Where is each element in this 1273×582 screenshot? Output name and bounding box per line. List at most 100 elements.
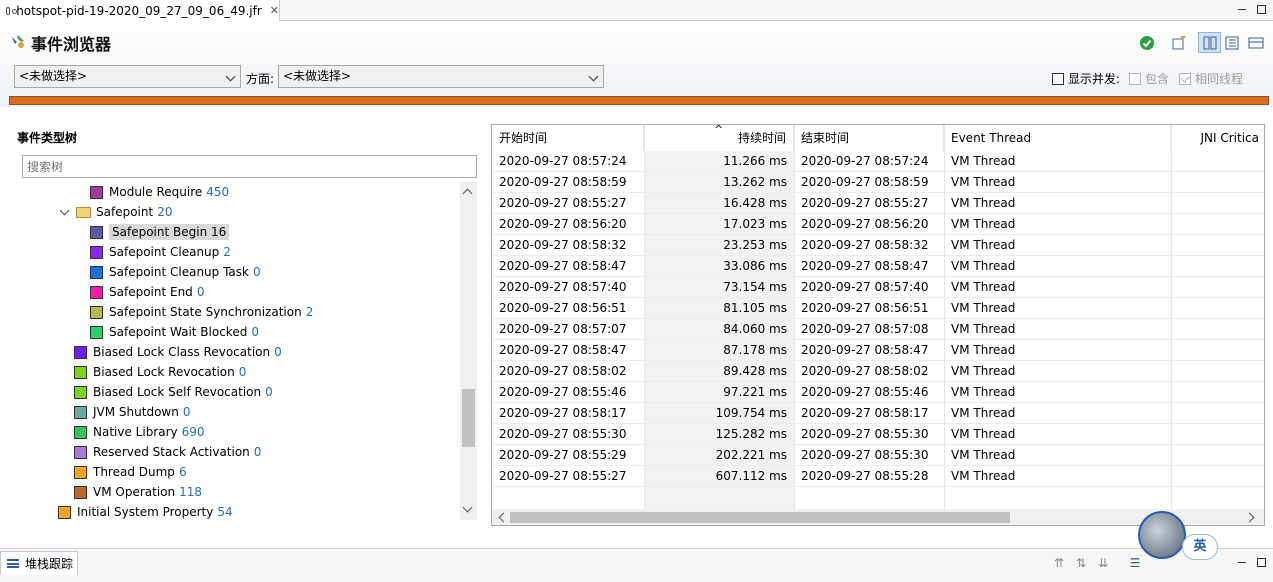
cell-duration: 16.428 ms [723, 196, 787, 210]
column-header-start-time[interactable]: 开始时间 [492, 125, 644, 151]
tree-item-label: Reserved Stack Activation [93, 445, 250, 459]
tree-item-safepoint-state-sync[interactable]: Safepoint State Synchronization 2 [90, 302, 313, 322]
tree-item-count: 0 [251, 325, 259, 339]
tree-scrollbar[interactable] [460, 182, 477, 520]
table-row[interactable]: 2020-09-27 08:55:27 16.428 ms 2020-09-27 0… [492, 193, 1264, 214]
cell-end-time: 2020-09-27 08:55:46 [801, 385, 929, 399]
tree-item-biased-lock-class-revocation[interactable]: Biased Lock Class Revocation 0 [74, 342, 282, 362]
table-row[interactable]: 2020-09-27 08:57:40 73.154 ms 2020-09-27 0… [492, 277, 1264, 298]
table-row[interactable]: 2020-09-27 08:56:51 81.105 ms 2020-09-27 0… [492, 298, 1264, 319]
scrollbar-thumb[interactable] [462, 389, 475, 447]
avatar[interactable] [1138, 511, 1186, 559]
tree-item-vm-operation[interactable]: VM Operation 118 [74, 482, 202, 502]
table-row[interactable]: 2020-09-27 08:58:59 13.262 ms 2020-09-27 0… [492, 172, 1264, 193]
same-thread-label: 相同线程 [1195, 72, 1244, 86]
table-row[interactable]: 2020-09-27 08:55:29 202.221 ms 2020-09-27 … [492, 445, 1264, 466]
scroll-down-icon[interactable] [462, 502, 473, 513]
table-row[interactable]: 2020-09-27 08:56:20 17.023 ms 2020-09-27 0… [492, 214, 1264, 235]
column-header-duration[interactable]: ^ 持续时间 [644, 125, 794, 151]
cell-event-thread: VM Thread [951, 196, 1016, 210]
tree-view-icon[interactable]: ☰ [1128, 556, 1142, 570]
merge-frames-icon[interactable]: ⇅ [1074, 556, 1088, 570]
cell-start-time: 2020-09-27 08:56:51 [499, 301, 627, 315]
table-row[interactable]: 2020-09-27 08:58:17 109.754 ms 2020-09-27 … [492, 403, 1264, 424]
tree-item-module-require[interactable]: Module Require 450 [90, 182, 229, 202]
contains-checkbox[interactable]: 包含 [1129, 70, 1169, 87]
ime-language-indicator[interactable]: 英 [1182, 534, 1218, 560]
tree-item-count: 0 [253, 445, 262, 459]
cell-end-time: 2020-09-27 08:57:24 [801, 154, 929, 168]
tree-item-safepoint-wait-blocked[interactable]: Safepoint Wait Blocked 0 [90, 322, 259, 342]
cell-event-thread: VM Thread [951, 427, 1016, 441]
tree-item-initial-system-property[interactable]: Initial System Property 54 [58, 502, 233, 520]
table-row[interactable]: 2020-09-27 08:58:02 89.428 ms 2020-09-27 0… [492, 361, 1264, 382]
checkbox-box [1129, 72, 1141, 85]
cell-duration: 81.105 ms [723, 301, 787, 315]
maximize-icon[interactable] [1257, 558, 1266, 567]
column-header-event-thread[interactable]: Event Thread [944, 125, 1171, 151]
tree-item-count: 54 [217, 505, 233, 519]
scroll-up-icon[interactable] [462, 188, 473, 199]
table-row[interactable]: 2020-09-27 08:58:47 87.178 ms 2020-09-27 0… [492, 340, 1264, 361]
tree-item-jvm-shutdown[interactable]: JVM Shutdown 0 [74, 402, 190, 422]
search-tree-input[interactable] [22, 155, 477, 178]
table-row[interactable]: 2020-09-27 08:55:27 607.112 ms 2020-09-27 … [492, 466, 1264, 487]
table-row[interactable]: 2020-09-27 08:57:07 84.060 ms 2020-09-27 0… [492, 319, 1264, 340]
scroll-right-icon[interactable] [1244, 512, 1255, 523]
cell-duration: 23.253 ms [723, 238, 787, 252]
tree-item-safepoint-cleanup-task[interactable]: Safepoint Cleanup Task 0 [90, 262, 261, 282]
tree-item-native-library[interactable]: Native Library 690 [74, 422, 205, 442]
layout-toggle-selected[interactable] [1198, 32, 1221, 53]
minimize-icon[interactable] [1235, 2, 1249, 16]
cell-event-thread: VM Thread [951, 448, 1016, 462]
cell-event-thread: VM Thread [951, 217, 1016, 231]
group-from-bottom-icon[interactable]: ⇊ [1096, 556, 1110, 570]
show-concurrent-checkbox[interactable]: 显示并发: [1052, 70, 1120, 87]
stack-trace-tab[interactable]: 堆栈跟踪 [0, 551, 78, 575]
maximize-icon[interactable] [1257, 5, 1266, 14]
cell-start-time: 2020-09-27 08:55:46 [499, 385, 627, 399]
table-row[interactable]: 2020-09-27 08:58:32 23.253 ms 2020-09-27 0… [492, 235, 1264, 256]
aspect-select-combo[interactable]: <未做选择> [278, 65, 604, 88]
tree-item-label: Initial System Property [77, 505, 214, 519]
minimize-icon[interactable] [1235, 555, 1249, 569]
event-type-tree: Module Require 450 Safepoint 20 Safepoin… [20, 182, 460, 520]
column-header-jni-critical[interactable]: JNI Critica [1171, 125, 1264, 151]
tree-item-safepoint-cleanup[interactable]: Safepoint Cleanup 2 [90, 242, 231, 262]
table-row[interactable]: 2020-09-27 08:55:30 125.282 ms 2020-09-27 … [492, 424, 1264, 445]
tree-item-safepoint[interactable]: Safepoint 20 [59, 202, 172, 222]
tree-item-safepoint-end[interactable]: Safepoint End 0 [90, 282, 204, 302]
tree-item-reserved-stack-activation[interactable]: Reserved Stack Activation 0 [74, 442, 261, 462]
cell-start-time: 2020-09-27 08:57:24 [499, 154, 627, 168]
table-row[interactable]: 2020-09-27 08:57:24 11.266 ms 2020-09-27 0… [492, 151, 1264, 172]
type-select-combo[interactable]: <未做选择> [14, 65, 241, 88]
cell-event-thread: VM Thread [951, 343, 1016, 357]
close-icon[interactable]: ✕ [270, 4, 279, 17]
table-row[interactable]: 2020-09-27 08:58:47 33.086 ms 2020-09-27 0… [492, 256, 1264, 277]
check-status-icon[interactable] [1139, 35, 1155, 51]
tree-item-safepoint-begin[interactable]: Safepoint Begin 16 [90, 222, 230, 242]
timeline-range-bar[interactable] [9, 96, 1269, 105]
table-layout-icon[interactable] [1248, 35, 1264, 51]
chevron-down-icon[interactable] [59, 205, 70, 215]
tree-item-biased-lock-revocation[interactable]: Biased Lock Revocation 0 [74, 362, 246, 382]
scroll-left-icon[interactable] [498, 512, 509, 523]
tree-item-thread-dump[interactable]: Thread Dump 6 [74, 462, 187, 482]
tree-item-biased-lock-self-revocation[interactable]: Biased Lock Self Revocation 0 [74, 382, 273, 402]
group-from-top-icon[interactable]: ⇈ [1052, 556, 1066, 570]
cell-end-time: 2020-09-27 08:55:30 [801, 448, 929, 462]
folder-open-icon [76, 206, 91, 218]
cell-duration: 33.086 ms [723, 259, 787, 273]
list-layout-icon[interactable] [1224, 35, 1240, 51]
tree-item-count: 450 [206, 185, 230, 199]
tree-item-selected-wrap: Safepoint Begin 16 [109, 224, 230, 240]
scrollbar-thumb[interactable] [510, 512, 1010, 523]
table-row[interactable]: 2020-09-27 08:55:46 97.221 ms 2020-09-27 0… [492, 382, 1264, 403]
editor-tab[interactable]: hotspot-pid-19-2020_09_27_09_06_49.jfr ✕ [0, 0, 280, 21]
color-swatch [74, 405, 87, 419]
filter-settings-icon[interactable] [1171, 35, 1187, 51]
column-header-end-time[interactable]: 结束时间 [794, 125, 944, 151]
cell-start-time: 2020-09-27 08:56:20 [499, 217, 627, 231]
same-thread-checkbox[interactable]: 相同线程 [1179, 70, 1243, 87]
cell-end-time: 2020-09-27 08:58:17 [801, 406, 929, 420]
